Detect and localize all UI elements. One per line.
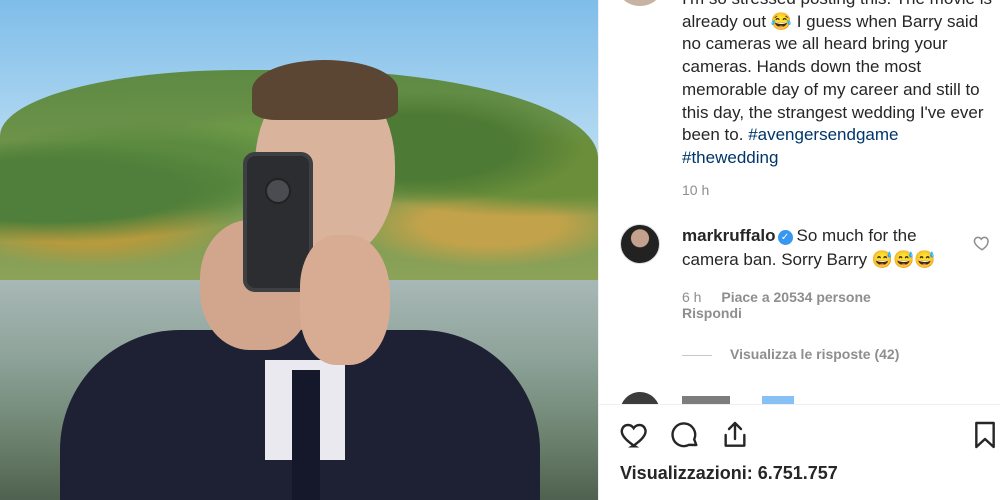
comment-likes[interactable]: Piace a 20534 persone xyxy=(721,289,870,305)
view-count[interactable]: Visualizzazioni: 6.751.757 xyxy=(620,463,838,484)
view-replies-button[interactable]: Visualizza le risposte (42) xyxy=(682,346,899,362)
reply-button[interactable]: Rispondi xyxy=(682,305,742,321)
verified-badge-icon: ✓ xyxy=(777,230,793,245)
author-avatar[interactable] xyxy=(620,0,660,6)
caption-text: I'm so stressed posting this. The movie … xyxy=(682,0,992,145)
right-hand xyxy=(300,235,390,365)
post-caption: I'm so stressed posting this. The movie … xyxy=(682,0,992,170)
hashtag-avengersendgame[interactable]: #avengersendgame xyxy=(748,125,898,144)
commenter-avatar[interactable] xyxy=(620,224,660,264)
comment-body: markruffalo ✓ So much for the camera ban. … xyxy=(682,224,962,272)
person-filming xyxy=(60,60,540,500)
tie xyxy=(292,370,320,500)
replies-divider xyxy=(682,354,712,356)
comment-meta: 6 h Piace a 20534 persone xyxy=(682,288,887,306)
comments-panel: I'm so stressed posting this. The movie … xyxy=(598,0,1000,500)
bookmark-icon[interactable] xyxy=(969,419,1000,451)
comment-like-icon[interactable] xyxy=(973,234,991,252)
post-media[interactable] xyxy=(0,0,598,500)
comment-icon[interactable] xyxy=(669,419,701,451)
hashtag-thewedding[interactable]: #thewedding xyxy=(682,148,778,167)
comment-username[interactable]: markruffalo xyxy=(682,226,776,245)
heart-icon[interactable] xyxy=(619,419,651,451)
phone-camera xyxy=(265,178,291,204)
action-bar: Visualizzazioni: 6.751.757 xyxy=(599,404,1000,500)
share-icon[interactable] xyxy=(719,419,751,451)
hair xyxy=(252,60,398,120)
post-timestamp: 10 h xyxy=(682,182,710,198)
comment-timestamp: 6 h xyxy=(682,289,702,305)
view-replies-label: Visualizza le risposte (42) xyxy=(730,346,900,362)
